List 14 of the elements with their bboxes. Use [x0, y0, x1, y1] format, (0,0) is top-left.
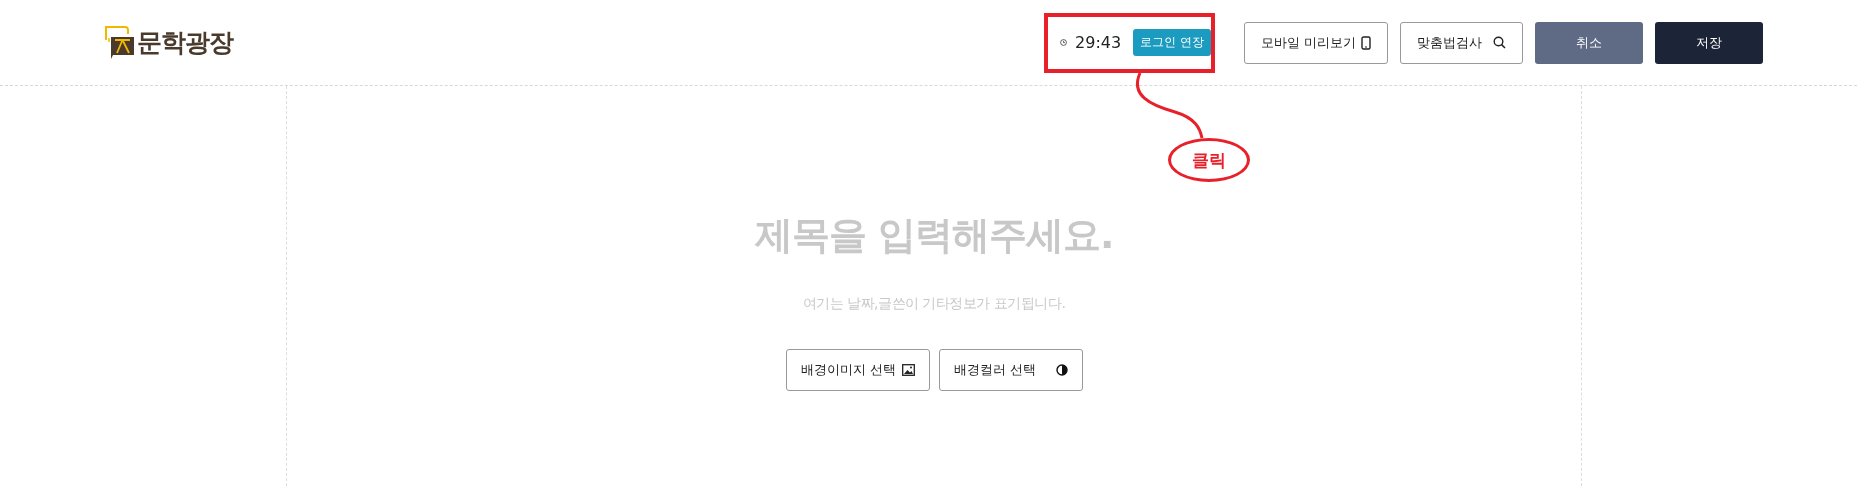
phone-icon [1361, 35, 1371, 50]
logo-text: 문학광장 [137, 27, 233, 59]
image-icon [901, 364, 915, 376]
cancel-button[interactable]: 취소 [1535, 21, 1643, 64]
session-timer: 29:43 [1075, 33, 1122, 52]
save-button[interactable]: 저장 [1655, 21, 1763, 64]
contrast-icon [1055, 364, 1068, 376]
annotation-label: 클릭 [1168, 138, 1250, 182]
background-button[interactable]: 배경이미지 선택 [785, 349, 930, 391]
logo-icon [105, 25, 135, 60]
background-button[interactable]: 배경컬러 선택 [938, 349, 1083, 391]
toolbar-button[interactable]: 맞춤법검사 [1400, 21, 1523, 64]
search-icon [1493, 36, 1506, 49]
toolbar-button[interactable]: 모바일 미리보기 [1244, 21, 1388, 64]
